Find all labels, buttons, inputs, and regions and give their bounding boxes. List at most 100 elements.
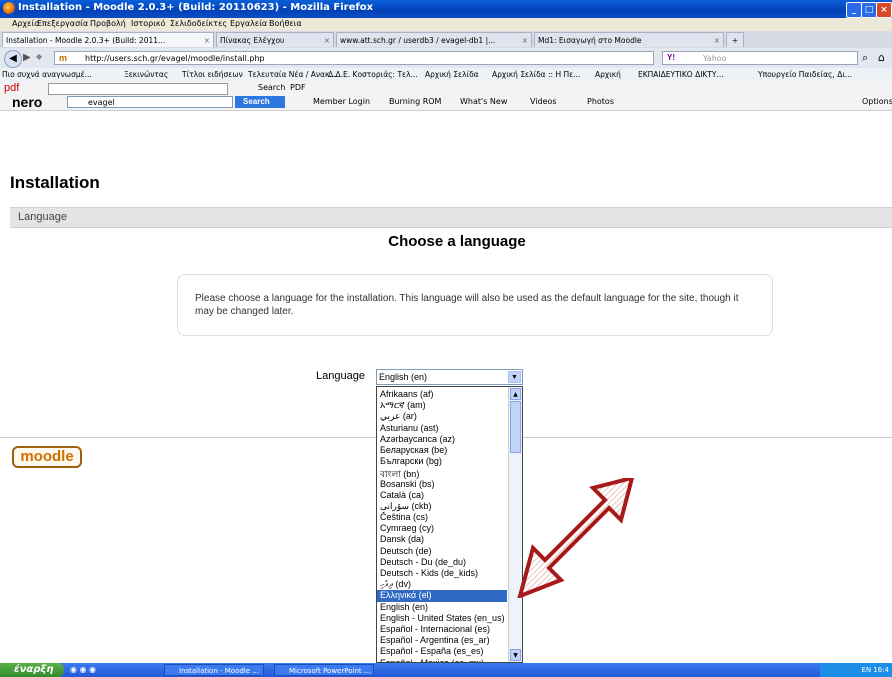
language-select[interactable]: English (en) ▼ [376,369,523,385]
quick-launch-icon[interactable]: ◉ ◉ ◉ [70,665,96,674]
language-option[interactable]: عربي (ar) [377,411,507,422]
nero-options[interactable]: Options [862,97,892,106]
back-icon[interactable]: ◀ [4,50,22,68]
language-option[interactable]: Español - España (es_es) [377,646,507,657]
nero-search-value: evagel [88,98,115,107]
language-select-value: English (en) [379,372,428,382]
close-button[interactable]: × [876,2,892,18]
tab-installation[interactable]: Installation - Moodle 2.0.3+ (Build: 201… [2,32,214,47]
tab-control-panel[interactable]: Πίνακας Ελέγχου × [216,32,334,47]
pdf-search-button[interactable]: Search [258,83,285,92]
language-option[interactable]: Català (ca) [377,490,507,501]
language-option[interactable]: Español - Internacional (es) [377,624,507,635]
nero-search-button[interactable]: Search [235,96,285,108]
menu-tools[interactable]: Εργαλεία [230,19,267,28]
bookmark-home-2[interactable]: Αρχική Σελίδα :: Η Πε... [492,70,580,79]
new-tab-button[interactable]: + [726,32,744,47]
tab-moodle-intro[interactable]: Md1: Εισαγωγή στο Moodle × [534,32,724,47]
menu-edit[interactable]: Επεξεργασία [37,19,88,28]
close-icon[interactable]: × [204,33,210,47]
bookmark-dde[interactable]: Δ.Δ.Ε. Κοστοριάς: Τελ... [328,70,418,79]
choose-language-title: Choose a language [388,233,526,250]
language-option[interactable]: Deutsch (de) [377,546,507,557]
language-option[interactable]: Bosanski (bs) [377,479,507,490]
tab-label: Installation - Moodle 2.0.3+ (Build: 201… [6,36,166,45]
menu-bar: Αρχείο Επεξεργασία Προβολή Ιστορικό Σελι… [0,18,892,31]
language-option[interactable]: Dansk (da) [377,534,507,545]
search-input[interactable]: Y! Yahoo [662,51,858,65]
info-text: Please choose a language for the install… [195,293,739,317]
menu-history[interactable]: Ιστορικό [131,19,166,28]
start-button[interactable]: έναρξη [0,663,64,677]
nero-toolbar: nero evagel Search Member Login Burning … [0,94,892,111]
url-text: http://users.sch.gr/evagel/moodle/instal… [85,54,265,63]
bookmark-ministry[interactable]: Υπουργείο Παιδείας, Δι... [758,70,852,79]
language-option[interactable]: English (en) [377,602,507,613]
nero-photos[interactable]: Photos [587,97,614,106]
language-option[interactable]: Afrikaans (af) [377,389,507,400]
forward-icon[interactable]: ▶ [23,52,31,63]
language-option[interactable]: Беларуская (be) [377,445,507,456]
menu-view[interactable]: Προβολή [90,19,126,28]
language-option[interactable]: Čeština (cs) [377,512,507,523]
close-icon[interactable]: × [522,33,528,47]
language-option[interactable]: Ελληνικά (el) [377,590,507,602]
language-option[interactable]: አማርኛ (am) [377,400,507,411]
language-option[interactable]: سۆرانی (ckb) [377,501,507,512]
navigation-bar: ◀ ▶ ◆ m http://users.sch.gr/evagel/moodl… [0,48,892,68]
nero-videos[interactable]: Videos [530,97,557,106]
language-option[interactable]: Azərbaycanca (az) [377,434,507,445]
language-section-label: Language [18,211,67,223]
pdf-logo: pdf [4,82,20,94]
bookmark-headlines[interactable]: Τίτλοι ειδήσεων [182,70,243,79]
language-option[interactable]: Asturianu (ast) [377,423,507,434]
language-option[interactable]: Български (bg) [377,456,507,467]
bookmark-latest-news[interactable]: Τελευταία Νέα / Ανακ... [248,70,337,79]
menu-help[interactable]: Βοήθεια [269,19,302,28]
system-tray: EN 16:4 [820,663,892,677]
scroll-down-icon[interactable]: ▼ [510,649,521,661]
tab-phpmyadmin[interactable]: www.att.sch.gr / userdb3 / evagel-db1 |.… [336,32,532,47]
search-placeholder: Yahoo [703,54,727,63]
nero-search-input[interactable]: evagel [67,96,233,108]
maximize-button[interactable]: □ [861,2,877,18]
menu-bookmarks[interactable]: Σελιδοδείκτες [170,19,227,28]
nero-member-login[interactable]: Member Login [313,97,370,106]
bookmark-star-icon[interactable]: ◆ [36,52,42,61]
scroll-up-icon[interactable]: ▲ [510,388,521,400]
bookmark-getting-started[interactable]: Ξεκινώντας [124,70,168,79]
taskbar-item-powerpoint[interactable]: Microsoft PowerPoint ... [274,664,374,676]
home-icon[interactable]: ⌂ [878,51,885,64]
nero-logo: nero [12,94,43,110]
scrollbar-thumb[interactable] [510,401,521,453]
pdf-button[interactable]: PDF [290,83,306,92]
close-icon[interactable]: × [324,33,330,47]
language-option[interactable]: Español - Argentina (es_ar) [377,635,507,646]
nero-burning-rom[interactable]: Burning ROM [389,97,441,106]
pdf-search-input[interactable] [48,83,228,95]
search-icon[interactable]: ⌕ [862,51,868,65]
language-option[interactable]: ދިވެހި (dv) [377,579,507,590]
language-option[interactable]: Deutsch - Du (de_du) [377,557,507,568]
moodle-logo[interactable]: moodle [12,446,82,468]
firefox-icon [3,2,15,14]
bookmarks-bar: Πιο συχνά αναγνωσμέ... Ξεκινώντας Τίτλοι… [0,68,892,82]
bookmark-edu-network[interactable]: ΕΚΠΑΙΔΕΥΤΙΚΟ ΔΙΚΤΥ... [638,70,724,79]
language-option[interactable]: English - United States (en_us) [377,613,507,624]
moodle-favicon-icon: m [59,53,68,63]
menu-file[interactable]: Αρχείο [12,19,39,28]
minimize-button[interactable]: _ [846,2,862,18]
taskbar-item-firefox[interactable]: Installation - Moodle ... [164,664,264,676]
language-option[interactable]: বাংলা (bn) [377,467,507,478]
language-option[interactable]: Deutsch - Kids (de_kids) [377,568,507,579]
bookmark-home-1[interactable]: Αρχική Σελίδα [425,70,479,79]
info-box: Please choose a language for the install… [177,274,773,336]
close-icon[interactable]: × [714,33,720,47]
url-input[interactable]: m http://users.sch.gr/evagel/moodle/inst… [54,51,654,65]
language-dropdown-list[interactable]: Afrikaans (af) አማርኛ (am) عربي (ar) Asturian… [376,386,523,663]
nero-whats-new[interactable]: What's New [460,97,507,106]
bookmark-home-3[interactable]: Αρχική [595,70,621,79]
chevron-down-icon[interactable]: ▼ [508,371,521,383]
language-option[interactable]: Cymraeg (cy) [377,523,507,534]
bookmark-most-visited[interactable]: Πιο συχνά αναγνωσμέ... [2,70,92,79]
